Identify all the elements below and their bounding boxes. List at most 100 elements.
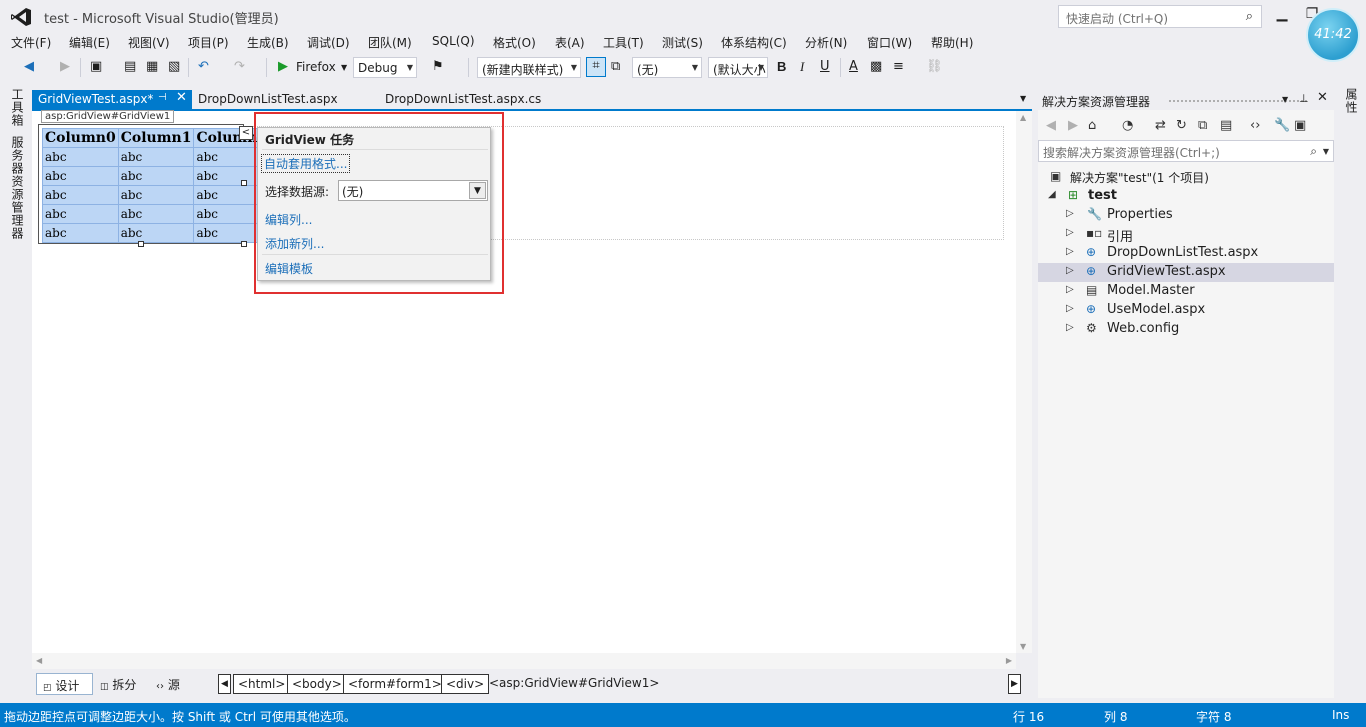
auto-format-link[interactable]: 自动套用格式... <box>261 154 351 173</box>
apply-style-icon[interactable]: ⌗ <box>586 57 606 77</box>
refresh-icon[interactable]: ↻ <box>1176 118 1187 133</box>
style-combo[interactable]: (新建内联样式) ▼ <box>477 57 581 78</box>
collapsed-arrow-icon[interactable]: ▷ <box>1066 246 1074 257</box>
chevron-down-icon[interactable]: ▼ <box>469 182 486 199</box>
highlight-icon[interactable]: ▩ <box>870 59 882 74</box>
breadcrumb-html[interactable]: <html> <box>233 674 291 694</box>
tree-item-project[interactable]: ◢ ⊞ test <box>1038 187 1334 206</box>
resize-handle-right[interactable] <box>241 180 247 186</box>
split-view-button[interactable]: ◫ 拆分 <box>94 673 142 695</box>
properties-tab[interactable]: 属性 <box>1343 88 1360 114</box>
smart-tag-button[interactable]: < <box>239 126 253 140</box>
breadcrumb-gridview[interactable]: <asp:GridView#GridView1> <box>485 674 663 694</box>
scroll-up-icon[interactable]: ▲ <box>1020 113 1026 122</box>
tree-item-gridviewtest[interactable]: ▷ ⊕ GridViewTest.aspx <box>1038 263 1334 282</box>
server-explorer-tab[interactable]: 服务器资源管理器 <box>9 136 26 240</box>
config-combo[interactable]: Debug ▼ <box>353 57 417 78</box>
menu-build[interactable]: 生成(B) <box>247 34 289 51</box>
attach-style-icon[interactable]: ⧉ <box>611 59 620 74</box>
search-icon[interactable]: ⌕ <box>1246 9 1253 24</box>
start-debug-icon[interactable]: ▶ <box>278 59 288 74</box>
minimize-button[interactable]: ▁ <box>1272 6 1292 26</box>
collapsed-arrow-icon[interactable]: ▷ <box>1066 227 1074 238</box>
chevron-down-icon[interactable]: ▼ <box>1323 147 1329 156</box>
target-rule-combo[interactable]: (无) ▼ <box>632 57 702 78</box>
tree-item-usemodel[interactable]: ▷ ⊕ UseModel.aspx <box>1038 301 1334 320</box>
open-file-icon[interactable]: ▤ <box>124 59 136 74</box>
align-icon[interactable]: ≡ <box>893 59 904 74</box>
horizontal-scrollbar[interactable]: ◀ ▶ <box>32 653 1016 669</box>
quick-launch-input[interactable]: 快速启动 (Ctrl+Q) ⌕ <box>1058 5 1262 28</box>
tab-gridviewtest-aspx[interactable]: GridViewTest.aspx* ⊣ ✕ <box>32 90 192 110</box>
home-icon[interactable]: ⌂ <box>1088 118 1096 133</box>
tab-overflow-chevron-icon[interactable]: ▼ <box>1020 94 1026 103</box>
new-project-icon[interactable]: ▣ <box>90 59 102 74</box>
tree-item-model-master[interactable]: ▷ ▤ Model.Master <box>1038 282 1334 301</box>
view-code-icon[interactable]: ‹› <box>1250 118 1260 133</box>
breadcrumb-left-icon[interactable]: ◀ <box>218 674 231 694</box>
resize-handle-bottom[interactable] <box>138 241 144 247</box>
collapsed-arrow-icon[interactable]: ▷ <box>1066 303 1074 314</box>
forward-icon[interactable]: ▶ <box>1068 118 1078 133</box>
save-all-icon[interactable]: ▧ <box>168 59 180 74</box>
tab-dropdownlisttest-aspx[interactable]: DropDownListTest.aspx <box>192 90 344 110</box>
collapse-all-icon[interactable]: ⧉ <box>1198 118 1207 133</box>
collapsed-arrow-icon[interactable]: ▷ <box>1066 208 1074 219</box>
menu-project[interactable]: 项目(P) <box>188 34 229 51</box>
menu-analyze[interactable]: 分析(N) <box>805 34 847 51</box>
menu-architecture[interactable]: 体系结构(C) <box>721 34 787 51</box>
edit-columns-link[interactable]: 编辑列... <box>265 211 312 228</box>
run-target-label[interactable]: Firefox <box>296 60 336 74</box>
menu-edit[interactable]: 编辑(E) <box>69 34 110 51</box>
resize-handle-corner[interactable] <box>241 241 247 247</box>
forward-icon[interactable]: ▶ <box>60 59 70 74</box>
vertical-scrollbar[interactable]: ▲ ▼ <box>1016 111 1032 653</box>
menu-help[interactable]: 帮助(H) <box>931 34 973 51</box>
expanded-arrow-icon[interactable]: ◢ <box>1048 189 1056 200</box>
edit-templates-link[interactable]: 编辑模板 <box>265 260 313 277</box>
back-icon[interactable]: ◀ <box>1046 118 1056 133</box>
sync-icon[interactable]: ⇄ <box>1155 118 1166 133</box>
add-column-link[interactable]: 添加新列... <box>265 235 324 252</box>
pin-icon[interactable]: ⊥ <box>1299 92 1309 105</box>
chevron-down-icon[interactable]: ▼ <box>341 63 347 72</box>
breadcrumb-right-icon[interactable]: ▶ <box>1008 674 1021 694</box>
bold-button[interactable]: B <box>777 59 786 74</box>
gridview-control[interactable]: Column0 Column1 Column2 abc abc abc abc … <box>38 124 271 244</box>
italic-button[interactable]: I <box>800 59 804 75</box>
scroll-right-icon[interactable]: ▶ <box>1006 656 1012 665</box>
menu-format[interactable]: 格式(O) <box>493 34 536 51</box>
toolbox-tab[interactable]: 工具箱 <box>9 88 26 127</box>
search-icon[interactable]: ⌕ <box>1310 144 1317 159</box>
link-icon[interactable]: ⛓ <box>926 59 943 74</box>
pending-changes-icon[interactable]: ◔ <box>1122 118 1133 133</box>
menu-view[interactable]: 视图(V) <box>128 34 170 51</box>
menu-sql[interactable]: SQL(Q) <box>432 34 475 48</box>
underline-button[interactable]: U <box>820 59 830 74</box>
menu-team[interactable]: 团队(M) <box>368 34 412 51</box>
tree-item-dropdownlisttest[interactable]: ▷ ⊕ DropDownListTest.aspx <box>1038 244 1334 263</box>
breadcrumb-form[interactable]: <form#form1> <box>343 674 447 694</box>
breadcrumb-body[interactable]: <body> <box>287 674 347 694</box>
tree-item-references[interactable]: ▷ ▪▫ 引用 <box>1038 225 1334 245</box>
solution-search-input[interactable]: 搜索解决方案资源管理器(Ctrl+;) ⌕ ▼ <box>1038 140 1334 162</box>
scroll-left-icon[interactable]: ◀ <box>36 656 42 665</box>
datasource-select[interactable]: (无) ▼ <box>338 180 488 201</box>
menu-tools[interactable]: 工具(T) <box>603 34 644 51</box>
close-icon[interactable]: ✕ <box>1317 90 1328 105</box>
show-all-files-icon[interactable]: ▤ <box>1220 118 1232 133</box>
menu-test[interactable]: 测试(S) <box>662 34 703 51</box>
collapsed-arrow-icon[interactable]: ▷ <box>1066 284 1074 295</box>
tab-dropdownlisttest-aspx-cs[interactable]: DropDownListTest.aspx.cs <box>379 90 547 110</box>
chevron-down-icon[interactable]: ▼ <box>1282 95 1288 104</box>
scroll-down-icon[interactable]: ▼ <box>1020 642 1026 651</box>
menu-file[interactable]: 文件(F) <box>11 34 51 51</box>
font-color-button[interactable]: A <box>849 59 858 74</box>
tree-item-properties[interactable]: ▷ 🔧 Properties <box>1038 206 1334 225</box>
undo-icon[interactable]: ↶ <box>198 59 209 74</box>
back-icon[interactable]: ◀ <box>24 59 34 74</box>
source-view-button[interactable]: ‹› 源 <box>150 673 186 695</box>
save-icon[interactable]: ▦ <box>146 59 158 74</box>
tree-item-web-config[interactable]: ▷ ⚙ Web.config <box>1038 320 1334 339</box>
tree-item-solution[interactable]: ▣ 解决方案"test"(1 个项目) <box>1038 168 1334 187</box>
